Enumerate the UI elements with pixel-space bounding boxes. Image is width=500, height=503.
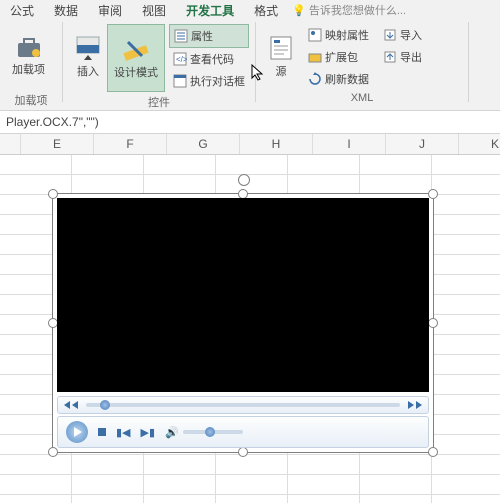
ruler-icon (122, 36, 150, 62)
resize-handle[interactable] (428, 318, 438, 328)
xml-source-button[interactable]: 源 (262, 24, 300, 90)
prev-icon[interactable] (64, 401, 70, 409)
play-button[interactable] (66, 421, 88, 443)
export-icon (383, 50, 397, 64)
briefcase-icon (16, 37, 42, 59)
stop-button[interactable] (98, 428, 106, 436)
formula-bar[interactable]: Player.OCX.7","") (0, 111, 500, 134)
ribbon-tabs: 公式 数据 审阅 视图 开发工具 格式 💡 告诉我您想做什么... (0, 0, 500, 22)
volume-knob[interactable] (205, 427, 215, 437)
code-icon: </> (173, 52, 187, 66)
insert-control-button[interactable]: 插入 (69, 24, 107, 90)
resize-handle[interactable] (428, 447, 438, 457)
export-button[interactable]: 导出 (379, 46, 426, 68)
col-header[interactable]: G (167, 134, 240, 154)
refresh-icon (308, 72, 322, 86)
addins-button[interactable]: 加载项 (6, 24, 51, 90)
video-area (57, 198, 429, 392)
properties-button[interactable]: 属性 (169, 24, 249, 48)
tab-formulas[interactable]: 公式 (0, 0, 44, 22)
seek-knob[interactable] (100, 400, 110, 410)
next-icon[interactable] (416, 401, 422, 409)
col-header[interactable]: J (386, 134, 459, 154)
volume-icon[interactable]: 🔊 (165, 426, 179, 439)
design-mode-button[interactable]: 设计模式 (107, 24, 165, 92)
col-header[interactable]: H (240, 134, 313, 154)
group-label-controls: 控件 (69, 92, 249, 110)
rotate-handle[interactable] (238, 174, 250, 186)
tab-format[interactable]: 格式 (244, 0, 288, 22)
insert-icon (75, 35, 101, 61)
svg-text:</>: </> (176, 55, 187, 64)
properties-icon (174, 29, 188, 43)
resize-handle[interactable] (238, 447, 248, 457)
worksheet-grid[interactable]: ▮◀ ▶▮ 🔊 (0, 155, 500, 503)
map-icon (308, 28, 322, 42)
tab-developer[interactable]: 开发工具 (176, 0, 244, 22)
import-icon (383, 28, 397, 42)
col-header[interactable]: K (459, 134, 500, 154)
seek-bar[interactable] (57, 396, 429, 414)
prev-track-button[interactable]: ▮◀ (116, 426, 131, 439)
resize-handle[interactable] (428, 189, 438, 199)
expansion-icon (308, 50, 322, 64)
group-label-xml: XML (262, 90, 462, 104)
map-properties-button[interactable]: 映射属性 (304, 24, 373, 46)
tab-view[interactable]: 视图 (132, 0, 176, 22)
col-header[interactable]: F (94, 134, 167, 154)
column-headers: E F G H I J K (0, 134, 500, 155)
next-track-button[interactable]: ▶▮ (141, 426, 156, 439)
media-player-object[interactable]: ▮◀ ▶▮ 🔊 (52, 193, 434, 453)
group-label-addins: 加载项 (6, 90, 56, 108)
tab-data[interactable]: 数据 (44, 0, 88, 22)
import-button[interactable]: 导入 (379, 24, 426, 46)
col-header[interactable]: I (313, 134, 386, 154)
expansion-button[interactable]: 扩展包 (304, 46, 373, 68)
seek-track[interactable] (86, 403, 400, 407)
tab-review[interactable]: 审阅 (88, 0, 132, 22)
tell-me[interactable]: 💡 告诉我您想做什么... (288, 0, 410, 22)
source-icon (268, 35, 294, 61)
resize-handle[interactable] (48, 447, 58, 457)
refresh-button[interactable]: 刷新数据 (304, 68, 373, 90)
col-header[interactable]: E (21, 134, 94, 154)
view-code-button[interactable]: </> 查看代码 (169, 48, 249, 70)
volume-track[interactable] (183, 430, 243, 434)
forward-icon[interactable] (408, 401, 414, 409)
rewind-icon[interactable] (72, 401, 78, 409)
run-dialog-button[interactable]: 执行对话框 (169, 70, 249, 92)
controls-bar: ▮◀ ▶▮ 🔊 (57, 416, 429, 448)
dialog-icon (173, 74, 187, 88)
